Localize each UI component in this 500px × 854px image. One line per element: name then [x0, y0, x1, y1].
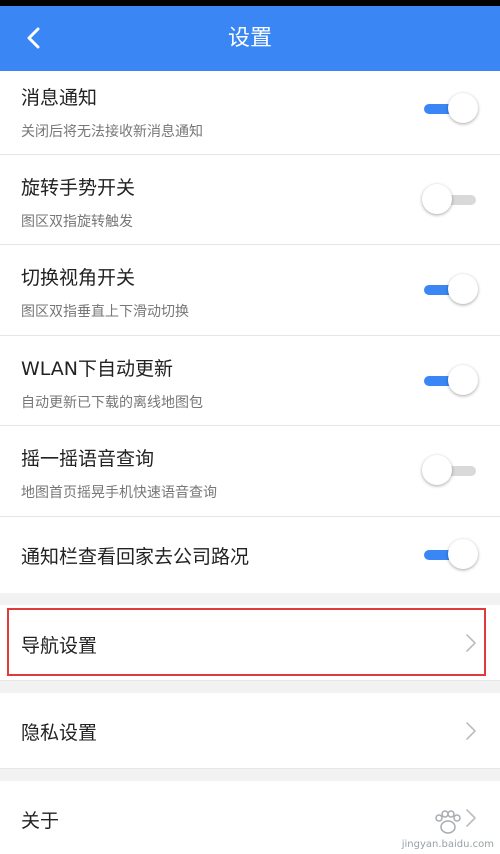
nav-item-label: 隐私设置	[21, 722, 98, 744]
notification-traffic-toggle[interactable]	[422, 538, 480, 572]
setting-row-notification-traffic: 通知栏查看回家去公司路况	[0, 517, 500, 593]
watermark: jingyan.baidu.com	[402, 808, 494, 850]
header-bar: 设置	[0, 6, 500, 71]
highlight-box	[7, 608, 486, 676]
setting-title: 通知栏查看回家去公司路况	[21, 546, 250, 568]
setting-subtitle: 自动更新已下载的离线地图包	[21, 395, 203, 411]
toggle-knob	[448, 274, 478, 304]
setting-subtitle: 关闭后将无法接收新消息通知	[21, 124, 203, 140]
setting-title: 摇一摇语音查询	[21, 448, 155, 470]
message-notification-toggle[interactable]	[422, 92, 480, 126]
setting-title: 旋转手势开关	[21, 177, 136, 199]
toggle-knob	[422, 184, 452, 214]
setting-row-rotate-gesture: 旋转手势开关 图区双指旋转触发	[0, 155, 500, 245]
wlan-auto-update-toggle[interactable]	[422, 364, 480, 398]
toggle-knob	[422, 455, 452, 485]
setting-subtitle: 图区双指旋转触发	[21, 214, 133, 230]
section-divider	[0, 769, 500, 781]
setting-row-shake-voice: 摇一摇语音查询 地图首页摇晃手机快速语音查询	[0, 426, 500, 517]
switch-view-toggle[interactable]	[422, 273, 480, 307]
section-divider	[0, 593, 500, 605]
rotate-gesture-toggle[interactable]	[422, 183, 480, 217]
page-title: 设置	[227, 26, 272, 51]
watermark-text: jingyan.baidu.com	[401, 839, 494, 850]
toggle-knob	[448, 539, 478, 569]
setting-subtitle: 地图首页摇晃手机快速语音查询	[21, 485, 217, 501]
setting-title: 消息通知	[21, 87, 98, 109]
setting-title: WLAN下自动更新	[21, 358, 174, 380]
toggle-knob	[448, 93, 478, 123]
setting-row-wlan-auto-update: WLAN下自动更新 自动更新已下载的离线地图包	[0, 336, 500, 426]
setting-subtitle: 图区双指垂直上下滑动切换	[21, 304, 189, 320]
toggle-knob	[448, 365, 478, 395]
setting-title: 切换视角开关	[21, 267, 136, 289]
shake-voice-toggle[interactable]	[422, 454, 480, 488]
nav-item-privacy-settings[interactable]: 隐私设置	[0, 693, 500, 769]
chevron-right-icon	[466, 722, 476, 740]
section-divider	[0, 681, 500, 693]
nav-item-label: 关于	[21, 810, 60, 832]
paw-logo-icon	[435, 810, 461, 834]
setting-row-switch-view: 切换视角开关 图区双指垂直上下滑动切换	[0, 245, 500, 336]
setting-row-message-notification: 消息通知 关闭后将无法接收新消息通知	[0, 71, 500, 155]
